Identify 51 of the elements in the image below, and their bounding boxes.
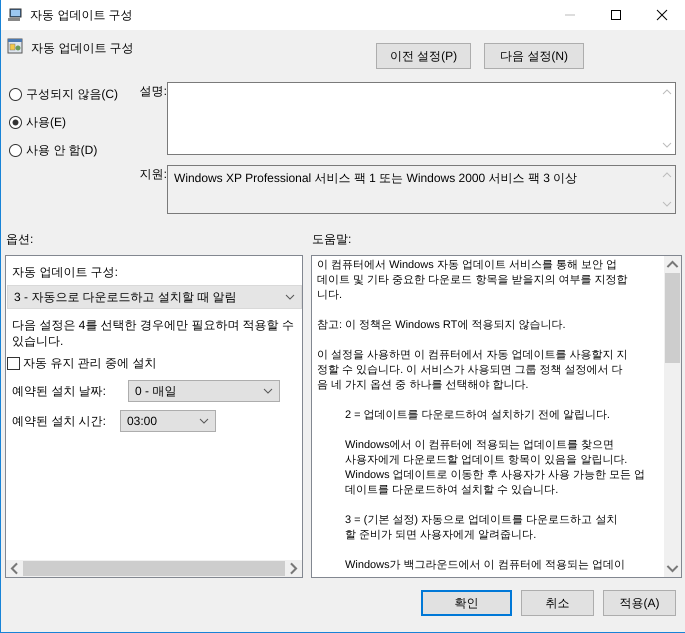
comment-field[interactable] xyxy=(167,82,676,155)
setting-title: 자동 업데이트 구성 xyxy=(31,40,134,57)
vertical-scrollbar-thumb[interactable] xyxy=(665,273,680,363)
help-text-line: 3 = (기본 설정) 자동으로 업데이트를 다운로드하고 설치 xyxy=(345,513,618,528)
help-label: 도움말: xyxy=(312,230,352,248)
supported-text: Windows XP Professional 서비스 팩 1 또는 Windows 2000 서비스 팩 3 이상 xyxy=(173,170,578,187)
help-text-line: 사용자에게 다운로드할 업데이트 항목이 있음을 알립니다. xyxy=(345,453,628,468)
supported-label: 지원: xyxy=(138,166,167,183)
policy-settings-icon xyxy=(7,38,23,54)
options-label: 옵션: xyxy=(6,232,34,246)
help-text-line: 할 준비가 되면 사용자에게 알려줍니다. xyxy=(345,528,538,543)
radio-label: 사용(E) xyxy=(26,114,66,131)
option-label: 예약된 설치 시간: xyxy=(12,412,108,430)
scroll-up-icon xyxy=(662,172,672,178)
help-text-line: 참고: 이 정책은 Windows RT에 적용되지 않습니다. xyxy=(317,318,567,333)
radio-button[interactable] xyxy=(9,88,22,101)
horizontal-scrollbar-thumb[interactable] xyxy=(23,561,285,576)
radio-label: 구성되지 않음(C) xyxy=(26,86,118,103)
help-text-line: Windows 업데이트로 이동한 후 사용자가 사용 가능한 모든 업 xyxy=(345,468,646,483)
comment-label: 설명: xyxy=(138,83,167,100)
dropdown[interactable]: 0 - 매일 xyxy=(128,380,280,402)
next-setting-button[interactable]: 다음 설정(N) xyxy=(484,43,584,69)
window-title: 자동 업데이트 구성 xyxy=(30,6,133,24)
scroll-down-icon xyxy=(662,201,672,207)
scroll-up-icon xyxy=(662,89,672,95)
help-text-line: 이 컴퓨터에서 Windows 자동 업데이트 서비스를 통해 보안 업 xyxy=(317,258,618,273)
apply-button[interactable]: 적용(A) xyxy=(603,590,676,616)
help-text-line: 이 설정을 사용하면 이 컴퓨터에서 자동 업데이트를 사용할지 지 xyxy=(317,348,628,363)
ok-button[interactable]: 확인 xyxy=(421,590,512,616)
dropdown[interactable]: 3 - 자동으로 다운로드하고 설치할 때 알림 xyxy=(7,285,302,309)
checkbox-label: 자동 유지 관리 중에 설치 xyxy=(23,355,156,372)
checkbox[interactable] xyxy=(7,357,20,370)
option-label: 자동 업데이트 구성: xyxy=(11,264,120,281)
option-note: 다음 설정은 4를 선택한 경우에만 필요하며 적용할 수 있습니다. xyxy=(11,317,296,349)
computer-icon xyxy=(7,7,23,23)
help-text-line: 데이트를 다운로드하여 설치할 수 있습니다. xyxy=(345,483,560,498)
option-label: 예약된 설치 날짜: xyxy=(12,382,108,400)
help-text-line: 정할 수 있습니다. 이 서비스가 사용되면 그룹 정책 설정에서 다 xyxy=(317,363,624,378)
help-text-line: Windows에서 이 컴퓨터에 적용되는 업데이트를 찾으면 xyxy=(345,438,615,453)
cancel-button[interactable]: 취소 xyxy=(521,590,594,616)
radio-button[interactable] xyxy=(9,116,22,129)
dropdown[interactable]: 03:00 xyxy=(120,410,216,432)
help-text-line: 음 네 가지 옵션 중 하나를 선택해야 합니다. xyxy=(317,378,530,393)
radio-button[interactable] xyxy=(9,144,22,157)
radio-label: 사용 안 함(D) xyxy=(26,142,98,159)
help-text-line: 2 = 업데이트를 다운로드하여 설치하기 전에 알립니다. xyxy=(345,408,611,423)
previous-setting-button[interactable]: 이전 설정(P) xyxy=(376,43,471,69)
help-text-line: 데이트 및 기타 중요한 다운로드 항목을 받을지의 여부를 지정합 xyxy=(317,273,628,288)
scroll-down-icon xyxy=(662,142,672,148)
help-text-line: 니다. xyxy=(317,288,344,303)
help-text-line: Windows가 백그라운드에서 이 컴퓨터에 적용되는 업데이 xyxy=(345,558,626,573)
